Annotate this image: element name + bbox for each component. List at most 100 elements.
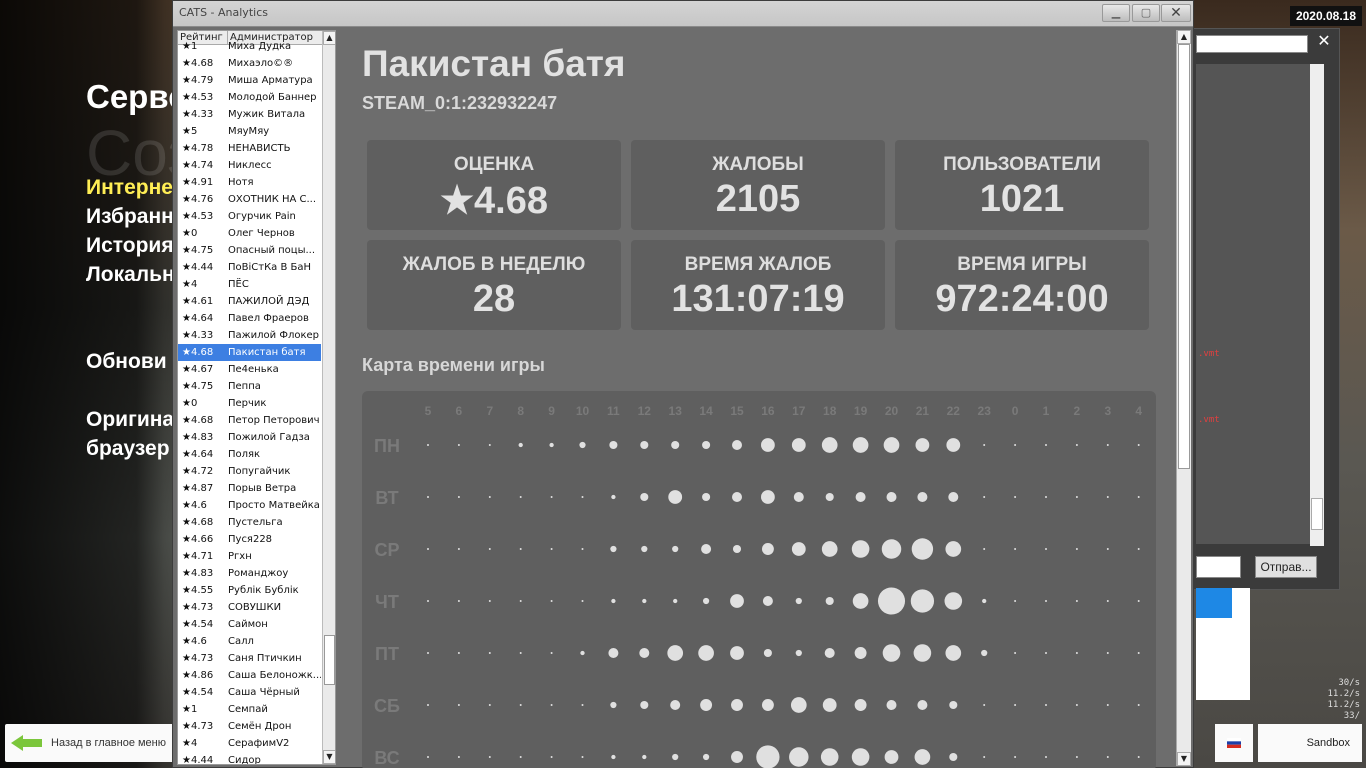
chat-scrollbar[interactable] — [1310, 64, 1324, 546]
scroll-thumb[interactable] — [1178, 44, 1190, 469]
list-item[interactable]: ★4.68 Пакистан батя — [178, 344, 321, 361]
list-item[interactable]: ★4.73 СОВУШКИ — [178, 599, 321, 616]
heatmap-cell — [639, 648, 650, 658]
list-item-rating: ★4.44 — [182, 262, 214, 273]
close-button[interactable]: ✕ — [1161, 4, 1191, 22]
heatmap-cell — [457, 496, 460, 498]
heatmap-cell — [610, 545, 617, 553]
stat-card-complaints: ЖАЛОБЫ 2105 — [631, 140, 885, 230]
heatmap-cell — [791, 542, 806, 556]
list-item[interactable]: ★4.44 ПоВіСтКа В БаН — [178, 259, 321, 276]
list-item[interactable]: ★4.68 Пустельга — [178, 514, 321, 531]
heatmap-cell — [488, 444, 491, 446]
list-item-rating: ★4 — [182, 279, 198, 290]
list-item[interactable]: ★5 МяуМяу — [178, 123, 321, 140]
back-to-main-menu-button[interactable]: Назад в главное меню — [5, 724, 175, 762]
list-item[interactable]: ★4.68 Михаэло©® — [178, 55, 321, 72]
scroll-down-arrow-icon[interactable]: ▼ — [1177, 752, 1191, 766]
chat-entry-input[interactable] — [1196, 556, 1241, 578]
list-item[interactable]: ★4.73 Семён Дрон — [178, 718, 321, 735]
list-item[interactable]: ★4.6 Просто Матвейка — [178, 497, 321, 514]
list-item[interactable]: ★4.68 Петор Петорович — [178, 412, 321, 429]
hour-label: 4 — [1135, 404, 1142, 418]
heatmap-cell — [1137, 704, 1140, 706]
list-item[interactable]: ★4.71 Ргхн — [178, 548, 321, 565]
scroll-thumb[interactable] — [324, 635, 335, 685]
back-button-label: Назад в главное меню — [51, 737, 166, 749]
hour-label: 17 — [792, 404, 806, 418]
list-item-rating: ★4.6 — [182, 636, 207, 647]
chat-send-button[interactable]: Отправ... — [1255, 556, 1317, 578]
stat-card-users: ПОЛЬЗОВАТЕЛИ 1021 — [895, 140, 1149, 230]
list-item[interactable]: ★4.75 Опасный поцы... — [178, 242, 321, 259]
list-item[interactable]: ★4.66 Пуся228 — [178, 531, 321, 548]
close-icon[interactable]: ✕ — [1314, 31, 1334, 51]
heatmap-cell — [1106, 496, 1109, 498]
list-item-name: Петор Петорович — [228, 415, 320, 426]
heatmap-cell — [457, 652, 460, 654]
heatmap-cell — [756, 745, 780, 768]
list-item[interactable]: ★4.33 Мужик Витала — [178, 106, 321, 123]
list-item[interactable]: ★4.74 Никлесс — [178, 157, 321, 174]
scroll-up-arrow-icon[interactable]: ▲ — [323, 31, 335, 45]
list-item[interactable]: ★4.54 Саймон — [178, 616, 321, 633]
download-icon[interactable] — [1196, 588, 1232, 618]
list-item[interactable]: ★4.83 Романджоу — [178, 565, 321, 582]
list-item[interactable]: ★4.53 Молодой Баннер — [178, 89, 321, 106]
heatmap-cell — [519, 548, 522, 550]
list-item[interactable]: ★4.78 НЕНАВИСТЬ — [178, 140, 321, 157]
scroll-up-arrow-icon[interactable]: ▲ — [1177, 30, 1191, 44]
list-scrollbar[interactable]: ▲ ▼ — [322, 31, 335, 764]
heatmap-cell — [1014, 496, 1017, 498]
list-item[interactable]: ★4 СерафимV2 — [178, 735, 321, 752]
list-item[interactable]: ★4.87 Порыв Ветра — [178, 480, 321, 497]
language-button[interactable] — [1215, 724, 1253, 762]
list-item[interactable]: ★4.72 Попугайчик — [178, 463, 321, 480]
list-item[interactable]: ★4.91 Нотя — [178, 174, 321, 191]
chat-top-input[interactable] — [1196, 35, 1308, 53]
heatmap-cell — [822, 698, 837, 712]
list-item[interactable]: ★4.33 Пажилой Флокер — [178, 327, 321, 344]
list-item[interactable]: ★4.64 Павел Фраеров — [178, 310, 321, 327]
minimize-button[interactable]: ▁ — [1102, 4, 1130, 22]
list-item[interactable]: ★4.67 Пе4енька — [178, 361, 321, 378]
heatmap-cell — [550, 496, 553, 498]
heatmap-cell — [1106, 652, 1109, 654]
list-item[interactable]: ★4.75 Пеппа — [178, 378, 321, 395]
list-item[interactable]: ★4 ПЁС — [178, 276, 321, 293]
list-item-name: Мужик Витала — [228, 109, 306, 120]
list-item[interactable]: ★4.64 Поляк — [178, 446, 321, 463]
list-item[interactable]: ★1 Миха Дудка — [178, 38, 321, 55]
list-item[interactable]: ★4.86 Саша Белоножк... — [178, 667, 321, 684]
net-stat-line: 33/ — [1343, 711, 1360, 721]
heatmap-cell — [702, 492, 711, 502]
list-item[interactable]: ★4.44 Сидор — [178, 752, 321, 764]
list-item[interactable]: ★1 Семпай — [178, 701, 321, 718]
heatmap-cell — [763, 648, 772, 658]
heatmap-cell — [581, 600, 584, 602]
scroll-down-arrow-icon[interactable]: ▼ — [323, 750, 335, 764]
sandbox-button[interactable]: Sandbox — [1258, 724, 1362, 762]
scroll-thumb[interactable] — [1311, 498, 1323, 530]
heatmap-cell — [1045, 548, 1047, 550]
list-item[interactable]: ★4.55 Рублік Бублік — [178, 582, 321, 599]
content-scrollbar[interactable]: ▲ ▼ — [1176, 30, 1191, 766]
list-item[interactable]: ★4.6 Салл — [178, 633, 321, 650]
list-item[interactable]: ★4.76 ОХОТНИК НА С... — [178, 191, 321, 208]
list-item[interactable]: ★0 Олег Чернов — [178, 225, 321, 242]
list-item-name: Попугайчик — [228, 466, 291, 477]
list-item[interactable]: ★4.61 ПАЖИЛОЙ ДЭД — [178, 293, 321, 310]
list-item[interactable]: ★4.54 Саша Чёрный — [178, 684, 321, 701]
window-titlebar[interactable]: CATS - Analytics ▁ ▢ ✕ — [173, 1, 1193, 27]
maximize-button[interactable]: ▢ — [1132, 4, 1160, 22]
background-menu-item: Избранн — [86, 205, 174, 228]
list-item[interactable]: ★0 Перчик — [178, 395, 321, 412]
list-item[interactable]: ★4.73 Саня Птичкин — [178, 650, 321, 667]
list-item[interactable]: ★4.79 Миша Арматура — [178, 72, 321, 89]
heatmap-cell — [641, 545, 648, 553]
list-item-rating: ★4.86 — [182, 670, 214, 681]
list-item[interactable]: ★4.83 Пожилой Гадза — [178, 429, 321, 446]
stat-value: 28 — [472, 278, 516, 320]
list-item[interactable]: ★4.53 Огурчик Pain — [178, 208, 321, 225]
heatmap-cell — [917, 492, 928, 502]
